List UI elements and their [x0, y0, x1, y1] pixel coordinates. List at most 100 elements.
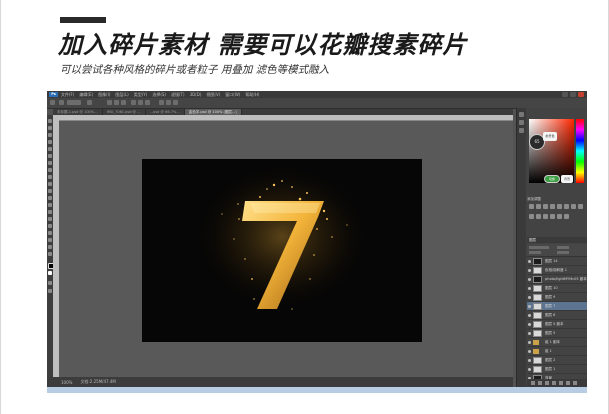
color-field[interactable] — [529, 119, 574, 183]
properties-panel-icon[interactable] — [519, 128, 524, 133]
eyedropper-tool-icon[interactable] — [48, 154, 52, 158]
menu-layer[interactable]: 图层(L) — [115, 92, 128, 98]
visibility-eye-icon[interactable] — [528, 269, 531, 272]
visibility-eye-icon[interactable] — [528, 332, 531, 335]
adjustment-layer-icon[interactable] — [552, 381, 556, 385]
color-lookup-icon[interactable] — [543, 214, 548, 219]
posterize-icon[interactable] — [557, 214, 562, 219]
menu-image[interactable]: 图像(I) — [98, 92, 110, 98]
crop-tool-icon[interactable] — [48, 147, 52, 151]
align-top-icon[interactable] — [107, 100, 112, 105]
maximize-icon[interactable] — [570, 92, 576, 97]
actions-panel-icon[interactable] — [519, 120, 524, 125]
threshold-icon[interactable] — [564, 214, 569, 219]
vibrance-icon[interactable] — [557, 204, 562, 209]
auto-select-checkbox[interactable] — [59, 100, 64, 105]
align-center-icon[interactable] — [138, 100, 143, 105]
history-brush-tool-icon[interactable] — [48, 182, 52, 186]
healing-brush-tool-icon[interactable] — [48, 161, 52, 165]
menu-filter[interactable]: 滤镜(T) — [171, 92, 185, 98]
gradient-tool-icon[interactable] — [48, 196, 52, 200]
layers-panel-title[interactable]: 图层 — [527, 237, 587, 243]
menu-view[interactable]: 视图(V) — [206, 92, 220, 98]
opacity-field[interactable] — [557, 246, 569, 249]
distribute-icon[interactable] — [159, 100, 164, 105]
brightness-icon[interactable] — [529, 204, 534, 209]
lock-icons[interactable] — [529, 251, 541, 254]
align-middle-icon[interactable] — [114, 100, 119, 105]
hue-saturation-icon[interactable] — [564, 204, 569, 209]
minimize-icon[interactable] — [562, 92, 568, 97]
visibility-eye-icon[interactable] — [528, 314, 531, 317]
invert-icon[interactable] — [550, 214, 555, 219]
dodge-tool-icon[interactable] — [48, 210, 52, 214]
close-icon[interactable] — [578, 92, 584, 97]
clone-stamp-tool-icon[interactable] — [48, 175, 52, 179]
menu-3d[interactable]: 3D(D) — [190, 92, 202, 97]
visibility-eye-icon[interactable] — [528, 341, 531, 344]
visibility-eye-icon[interactable] — [528, 368, 531, 371]
zoom-tool-icon[interactable] — [48, 252, 52, 256]
layer-row[interactable]: 图层 5 — [527, 329, 587, 338]
fill-field[interactable] — [557, 251, 569, 254]
hand-tool-icon[interactable] — [48, 245, 52, 249]
shape-tool-icon[interactable] — [48, 238, 52, 242]
quick-select-tool-icon[interactable] — [48, 140, 52, 144]
layer-row[interactable]: 图层 14 — [527, 257, 587, 266]
layer-style-icon[interactable] — [538, 381, 542, 385]
align-left-icon[interactable] — [131, 100, 136, 105]
screen-mode-icon[interactable] — [48, 289, 52, 293]
canvas-area[interactable]: 7 — [59, 121, 513, 377]
layer-row[interactable]: 图层 9 — [527, 293, 587, 302]
lasso-tool-icon[interactable] — [48, 133, 52, 137]
layer-row[interactable]: 图层 7 — [527, 302, 587, 311]
transform-controls-checkbox[interactable] — [87, 100, 92, 105]
menu-type[interactable]: 类型(Y) — [134, 92, 148, 98]
zoom-readout[interactable]: 100% — [61, 380, 72, 385]
pen-tool-icon[interactable] — [48, 217, 52, 221]
layer-row[interactable]: 图层 5 副本 — [527, 320, 587, 329]
visibility-eye-icon[interactable] — [528, 260, 531, 263]
distribute-v-icon[interactable] — [173, 100, 178, 105]
menu-window[interactable]: 窗口(W) — [225, 92, 240, 98]
menu-edit[interactable]: 编辑(E) — [79, 92, 93, 98]
blend-mode-dropdown[interactable] — [529, 246, 549, 249]
quick-mask-icon[interactable] — [48, 281, 52, 285]
channel-mixer-icon[interactable] — [536, 214, 541, 219]
color-balance-icon[interactable] — [571, 204, 576, 209]
delete-layer-icon[interactable] — [573, 381, 577, 385]
brush-tool-icon[interactable] — [48, 168, 52, 172]
photo-filter-icon[interactable] — [529, 214, 534, 219]
path-select-tool-icon[interactable] — [48, 231, 52, 235]
type-tool-icon[interactable] — [48, 224, 52, 228]
visibility-eye-icon[interactable] — [528, 296, 531, 299]
menu-help[interactable]: 帮助(H) — [245, 92, 259, 98]
layer-row[interactable]: 组 1 — [527, 347, 587, 356]
align-bottom-icon[interactable] — [121, 100, 126, 105]
new-group-icon[interactable] — [559, 381, 563, 385]
distribute-h-icon[interactable] — [166, 100, 171, 105]
move-tool-icon[interactable] — [50, 100, 55, 105]
layer-row[interactable]: 图层 6 — [527, 311, 587, 320]
layer-row[interactable]: photo/lightMYMc05 副本 — [527, 275, 587, 284]
new-layer-icon[interactable] — [566, 381, 570, 385]
black-white-icon[interactable] — [578, 204, 583, 209]
layer-row[interactable]: 色相/饱和度 1 — [527, 266, 587, 275]
menu-select[interactable]: 选择(S) — [152, 92, 166, 98]
visibility-eye-icon[interactable] — [528, 287, 531, 290]
layer-row[interactable]: 组 1 副本 — [527, 338, 587, 347]
link-layers-icon[interactable] — [531, 381, 535, 385]
document-canvas[interactable]: 7 — [142, 159, 422, 342]
layer-dropdown[interactable] — [67, 100, 81, 105]
levels-icon[interactable] — [536, 204, 541, 209]
hue-slider[interactable] — [576, 119, 584, 183]
visibility-eye-icon[interactable] — [528, 350, 531, 353]
visibility-eye-icon[interactable] — [528, 305, 531, 308]
align-right-icon[interactable] — [145, 100, 150, 105]
eraser-tool-icon[interactable] — [48, 189, 52, 193]
layer-row[interactable]: 图层 2 — [527, 356, 587, 365]
history-panel-icon[interactable] — [519, 112, 524, 117]
visibility-eye-icon[interactable] — [528, 278, 531, 281]
menu-file[interactable]: 文件(F) — [61, 92, 74, 98]
layer-row[interactable]: 图层 10 — [527, 284, 587, 293]
